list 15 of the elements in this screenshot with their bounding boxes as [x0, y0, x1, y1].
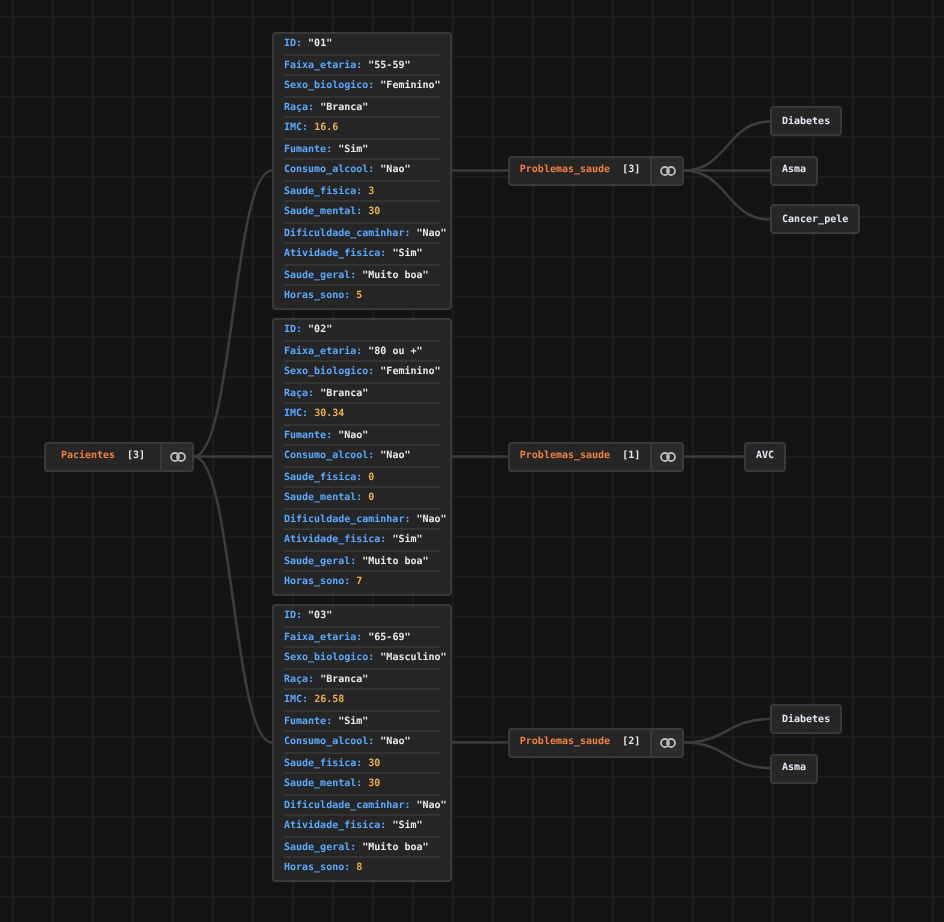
object-node[interactable] — [272, 318, 452, 595]
collapse-button[interactable] — [650, 443, 682, 470]
link-icon — [659, 737, 675, 748]
connector-line — [452, 169, 508, 172]
object-node[interactable] — [272, 32, 452, 309]
link-icon — [659, 165, 675, 176]
link-icon — [659, 451, 675, 462]
object-node[interactable] — [272, 604, 452, 881]
connector-line — [684, 455, 744, 458]
collapse-button[interactable] — [650, 157, 682, 184]
collapse-button[interactable] — [160, 443, 192, 470]
connector-line — [452, 455, 508, 458]
connector-line — [683, 741, 771, 770]
collapse-button[interactable] — [650, 729, 682, 756]
link-icon — [169, 451, 185, 462]
